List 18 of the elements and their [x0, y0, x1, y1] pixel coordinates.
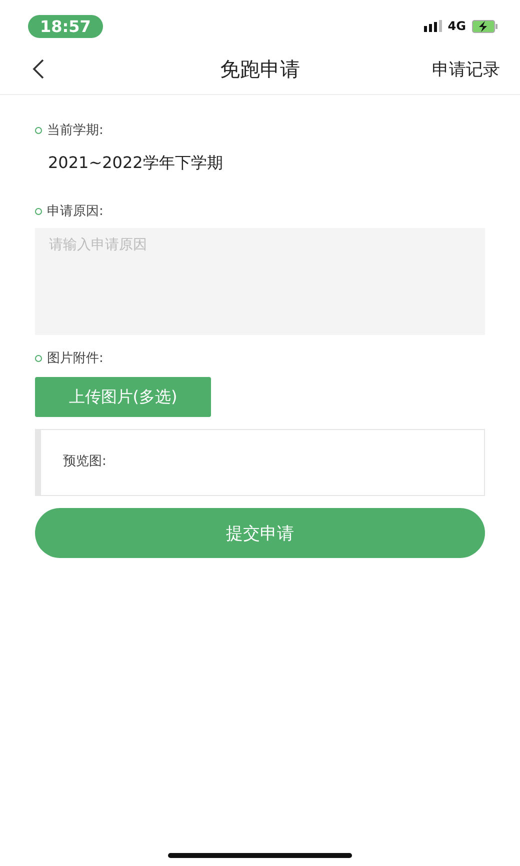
- field-label: 图片附件:: [47, 350, 104, 367]
- network-type: 4G: [448, 19, 466, 33]
- reason-field[interactable]: 请输入申请原因: [35, 228, 485, 335]
- signal-icon: [424, 20, 442, 32]
- bullet-icon: [35, 354, 42, 362]
- records-link[interactable]: 申请记录: [432, 58, 500, 80]
- submit-button[interactable]: 提交申请: [35, 508, 485, 558]
- battery-charging-icon: [472, 20, 498, 32]
- back-icon[interactable]: [32, 59, 44, 79]
- bullet-icon: [35, 208, 42, 214]
- bullet-icon: [35, 126, 42, 134]
- term-value: 2021~2022学年下学期: [47, 152, 224, 174]
- status-time: 18:57: [28, 14, 103, 38]
- page-title: 免跑申请: [220, 56, 300, 82]
- field-label: 当前学期:: [47, 122, 104, 139]
- upload-button[interactable]: 上传图片(多选): [35, 377, 211, 417]
- field-label: 申请原因:: [47, 203, 104, 220]
- preview-label: 预览图:: [63, 454, 106, 469]
